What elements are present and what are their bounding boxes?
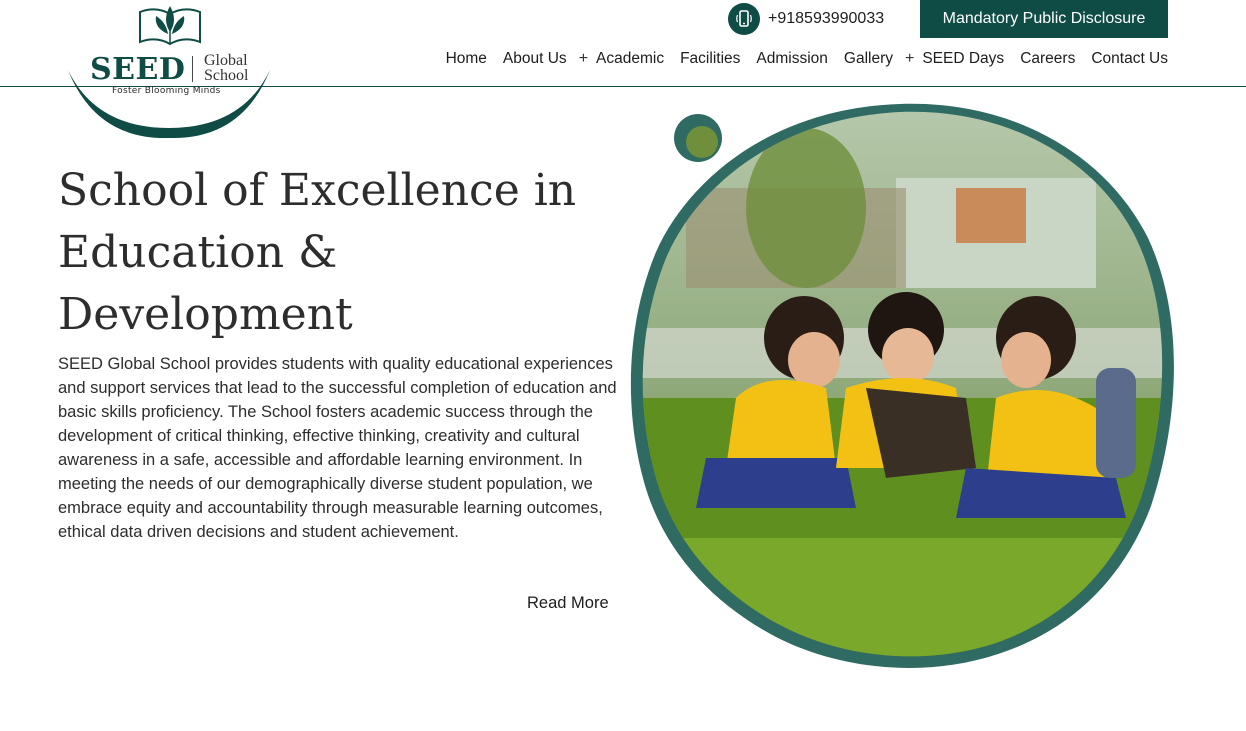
nav-about[interactable]: About Us (495, 48, 575, 70)
nav-facilities[interactable]: Facilities (672, 48, 748, 70)
nav-admission[interactable]: Admission (748, 48, 836, 70)
logo-tagline: Foster Blooming Minds (112, 86, 221, 96)
book-leaf-icon (139, 6, 201, 46)
phone-number[interactable]: +918593990033 (768, 10, 884, 28)
nav-about-expand-icon[interactable]: + (575, 50, 588, 68)
logo-subtitle: Global School (204, 52, 249, 84)
logo-divider (192, 56, 193, 82)
hero-description: SEED Global School provides students wit… (58, 355, 617, 541)
nav-seed-days[interactable]: SEED Days (914, 48, 1012, 70)
nav-gallery-expand-icon[interactable]: + (901, 50, 914, 68)
nav-contact[interactable]: Contact Us (1083, 48, 1168, 70)
school-logo[interactable]: SEED Global School Foster Blooming Minds (66, 0, 272, 140)
nav-academic[interactable]: Academic (588, 48, 672, 70)
nav-home[interactable]: Home (438, 48, 495, 70)
nav-careers[interactable]: Careers (1012, 48, 1083, 70)
hero-title: School of Excellence in Education & Deve… (58, 165, 577, 340)
mandatory-disclosure-button[interactable]: Mandatory Public Disclosure (920, 0, 1168, 38)
phone-icon (728, 3, 760, 35)
logo-sub-line2: School (204, 67, 249, 84)
phone-contact[interactable]: +918593990033 (728, 3, 884, 35)
logo-sub-line1: Global (204, 52, 248, 69)
read-more-link[interactable]: Read More (527, 594, 609, 613)
main-nav: Home About Us + Academic Facilities Admi… (438, 48, 1168, 70)
logo-brand: SEED (90, 52, 186, 87)
nav-gallery[interactable]: Gallery (836, 48, 901, 70)
students-reading-photo (630, 103, 1174, 668)
